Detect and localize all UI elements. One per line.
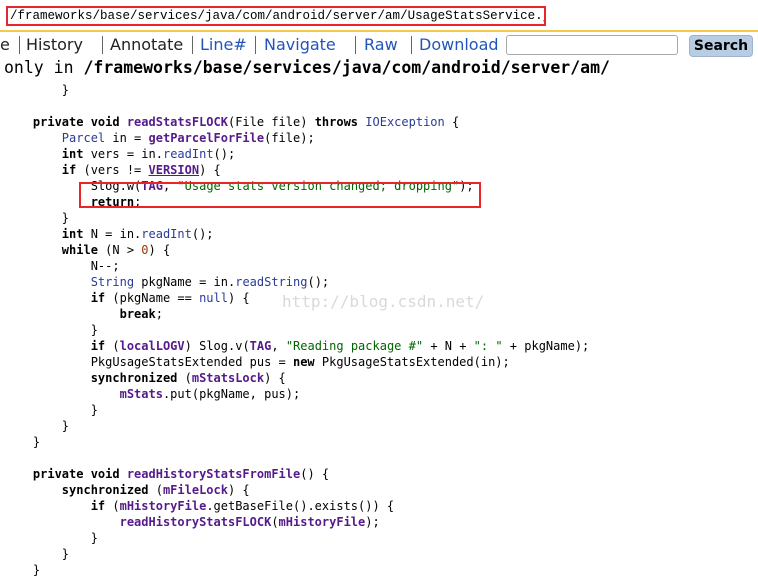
code-line: N--;	[4, 259, 120, 273]
code-line: PkgUsageStatsExtended pus = new PkgUsage…	[4, 355, 510, 369]
menu-separator	[355, 36, 356, 54]
menu-item-annotate[interactable]: Annotate	[110, 35, 183, 55]
menu-separator	[411, 36, 412, 54]
code-line: if (vers != VERSION) {	[61, 163, 221, 177]
menu-item-line-numbers[interactable]: Line#	[200, 35, 247, 55]
code-line: }	[4, 323, 98, 337]
code-line: private void readStatsFLOCK(File file) t…	[32, 115, 460, 129]
code-line: while (N > 0) {	[61, 243, 171, 257]
code-line: }	[4, 547, 70, 561]
search-input[interactable]	[506, 35, 678, 55]
menu-separator	[255, 36, 256, 54]
code-line: }	[4, 211, 70, 225]
code-line: synchronized (mStatsLock) {	[90, 371, 286, 385]
menu-item-navigate[interactable]: Navigate	[264, 35, 336, 55]
code-line: }	[4, 563, 41, 577]
directory-path: /frameworks/base/services/java/com/andro…	[83, 58, 610, 77]
menu-item-e[interactable]: e	[0, 35, 10, 55]
code-line: mStats.put(pkgName, pus);	[119, 387, 301, 401]
directory-prefix: only in	[4, 58, 84, 77]
watermark: http://blog.csdn.net/	[282, 292, 485, 311]
code-line: private void readHistoryStatsFromFile() …	[32, 467, 330, 481]
menu-item-history[interactable]: History	[26, 35, 83, 55]
code-line: }	[4, 531, 98, 545]
code-line: }	[4, 419, 70, 433]
code-line: if (localLOGV) Slog.v(TAG, "Reading pack…	[90, 339, 590, 353]
code-line: }	[4, 435, 41, 449]
menu-item-raw[interactable]: Raw	[364, 35, 398, 55]
directory-line: only in /frameworks/base/services/java/c…	[4, 58, 610, 78]
code-line: synchronized (mFileLock) {	[61, 483, 250, 497]
highlight-box	[79, 182, 481, 208]
code-line: String pkgName = in.readString();	[90, 275, 330, 289]
file-path: /frameworks/base/services/java/com/andro…	[6, 6, 546, 26]
source-code: } private void readStatsFLOCK(File file)…	[4, 82, 589, 578]
code-line: if (mHistoryFile.getBaseFile().exists())…	[90, 499, 395, 513]
search-button[interactable]: Search	[689, 35, 753, 57]
code-line: readHistoryStatsFLOCK(mHistoryFile);	[119, 515, 380, 529]
menu-separator	[102, 36, 103, 54]
menu-item-download[interactable]: Download	[419, 35, 499, 55]
menu-separator	[19, 36, 20, 54]
code-line: int N = in.readInt();	[61, 227, 214, 241]
menu-separator	[192, 36, 193, 54]
code-line: }	[61, 83, 70, 97]
file-path-bar: /frameworks/base/services/java/com/andro…	[0, 0, 758, 32]
code-line: }	[4, 403, 98, 417]
code-line: Parcel in = getParcelForFile(file);	[61, 131, 315, 145]
code-line: int vers = in.readInt();	[61, 147, 236, 161]
